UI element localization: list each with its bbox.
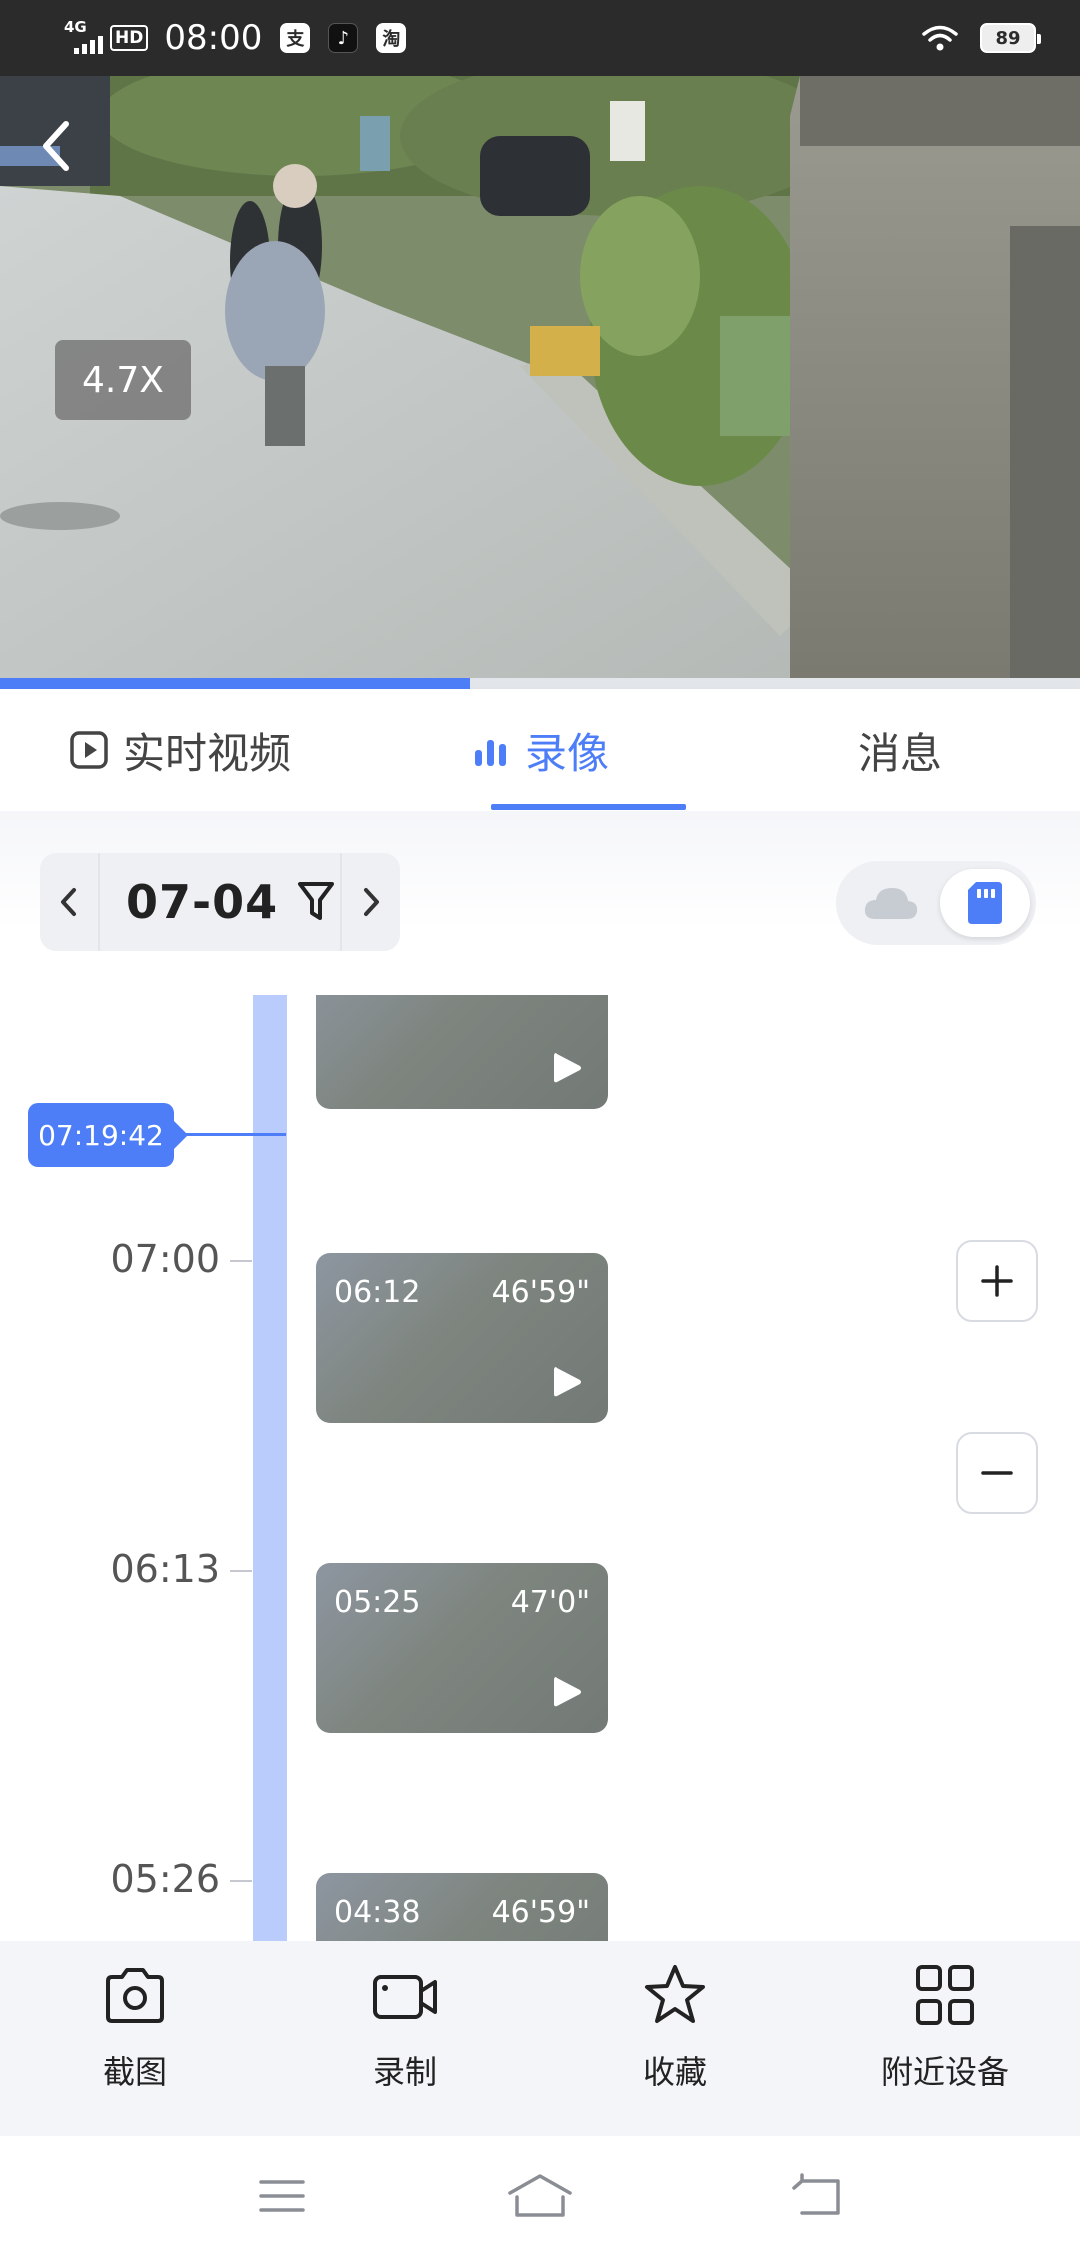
play-icon [554,1053,581,1083]
selected-date[interactable]: 07-04 [126,875,278,929]
timeline-tick [230,1260,252,1262]
nearby-devices-button[interactable]: 附近设备 [810,1941,1080,2136]
menu-icon [259,2180,305,2212]
play-icon [554,1677,581,1707]
filter-icon[interactable] [296,880,336,924]
tab-label: 实时视频 [122,728,291,778]
action-label: 截图 [102,2053,167,2091]
previous-day-button[interactable] [40,853,100,951]
next-day-button[interactable] [340,853,400,951]
play-square-icon [69,730,109,770]
status-bar: 4G HD 08:00 支 ♪ 淘 89 [0,0,1080,76]
camera-icon [106,1968,164,2023]
timeline-zoom-in-button[interactable] [956,1240,1038,1322]
chevron-right-icon [364,888,379,916]
tab-live-video[interactable]: 实时视频 [0,689,360,811]
clip-start-time: 06:12 [334,1275,421,1310]
timeline-tick [230,1570,252,1572]
tab-recordings[interactable]: 录像 [360,689,720,811]
timeline-bar [253,995,287,1941]
plus-icon [981,1265,1013,1297]
recordings-panel: 07-04 07:19:42 07:00 06:12 46'59" 06:13 … [0,811,1080,1941]
cloud-icon [864,888,918,919]
recording-timeline[interactable]: 07:19:42 07:00 06:12 46'59" 06:13 05:25 … [0,995,1080,1941]
home-button[interactable] [500,2160,580,2232]
back-button[interactable] [778,2160,858,2232]
video-player[interactable]: 4.7X [0,76,1080,678]
cellular-signal-icon: 4G [64,18,103,58]
zoom-level-badge: 4.7X [55,340,191,420]
cloud-storage-button[interactable] [856,875,926,931]
recording-clip[interactable]: 06:12 46'59" [316,1253,608,1423]
timeline-hour-label: 07:00 [110,1237,220,1281]
grid-icon [916,1965,974,2025]
action-label: 录制 [372,2053,437,2091]
video-record-icon [373,1975,437,2019]
tab-label: 录像 [524,728,609,778]
clip-duration: 46'59" [491,1275,590,1310]
playback-progress-bar[interactable] [0,678,1080,689]
active-tab-indicator [491,804,686,810]
alipay-notification-icon: 支 [280,23,311,53]
recording-clip[interactable]: 04:38 46'59" [316,1873,608,1941]
record-button[interactable]: 录制 [270,1941,540,2136]
home-icon [508,2174,572,2217]
timeline-zoom-out-button[interactable] [956,1432,1038,1514]
back-chevron-icon[interactable] [36,116,76,176]
clip-start-time: 05:25 [334,1585,421,1620]
tiktok-notification-icon: ♪ [328,23,359,53]
minus-icon [981,1471,1013,1475]
current-time-line [172,1133,286,1136]
star-icon [645,1965,705,2023]
sd-card-icon [968,882,1002,924]
battery-level: 89 [995,27,1021,49]
system-navigation-bar [0,2136,1080,2256]
playback-progress-fill [0,678,470,689]
action-bar: 截图 录制 收藏 附近设备 [0,1941,1080,2136]
date-picker: 07-04 [40,853,400,951]
clip-duration: 47'0" [510,1585,590,1620]
screenshot-button[interactable]: 截图 [0,1941,270,2136]
clip-duration: 46'59" [491,1895,590,1930]
current-time-badge: 07:19:42 [28,1103,188,1167]
favorite-button[interactable]: 收藏 [540,1941,810,2136]
recording-clip[interactable] [316,995,608,1109]
play-icon [554,1367,581,1397]
tab-label: 消息 [857,728,942,778]
timeline-tick [230,1880,252,1882]
battery-icon: 89 [980,23,1041,53]
bar-chart-icon [471,730,511,770]
action-label: 附近设备 [880,2053,1009,2091]
tab-messages[interactable]: 消息 [720,689,1080,811]
action-label: 收藏 [642,2053,707,2091]
taobao-notification-icon: 淘 [376,23,407,53]
sd-card-storage-button[interactable] [940,869,1030,937]
recent-apps-button[interactable] [242,2160,322,2232]
recording-clip[interactable]: 05:25 47'0" [316,1563,608,1733]
storage-source-toggle [836,861,1036,945]
chevron-left-icon [61,888,76,916]
status-time: 08:00 [164,18,263,58]
timeline-hour-label: 05:26 [110,1857,220,1901]
timeline-hour-label: 06:13 [110,1547,220,1591]
tab-bar: 实时视频 录像 消息 [0,689,1080,811]
back-arrow-icon [792,2173,840,2215]
wifi-icon [922,25,958,51]
clip-start-time: 04:38 [334,1895,421,1930]
hd-badge: HD [110,25,149,51]
